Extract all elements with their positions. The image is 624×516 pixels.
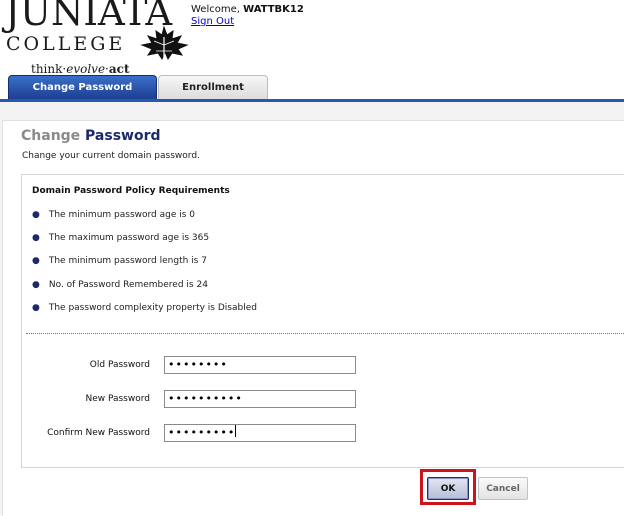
policy-item-text: The minimum password age is 0 bbox=[48, 210, 196, 220]
policy-item: ● The minimum password age is 0 bbox=[32, 210, 195, 220]
page-title: Change Password bbox=[21, 128, 161, 144]
new-password-input[interactable]: •••••••••• bbox=[164, 390, 356, 408]
policy-item: ● The password complexity property is Dis… bbox=[32, 303, 257, 313]
tagline-act: act bbox=[108, 62, 130, 76]
bullet-icon: ● bbox=[32, 233, 40, 243]
page-header: JUNIATA COLLEGE think·evolve·act Welcome… bbox=[0, 0, 624, 102]
old-password-label: Old Password bbox=[89, 360, 150, 370]
bullet-icon: ● bbox=[32, 210, 40, 220]
new-password-label: New Password bbox=[85, 394, 150, 404]
welcome-prefix: Welcome, bbox=[191, 4, 240, 15]
juniata-college-logo: JUNIATA COLLEGE think·evolve·act bbox=[3, 0, 193, 78]
old-password-input[interactable]: •••••••• bbox=[164, 356, 356, 374]
policy-item: ● The minimum password length is 7 bbox=[32, 256, 207, 266]
logo-tagline: think·evolve·act bbox=[31, 62, 130, 76]
welcome-message: Welcome, WATTBK12 bbox=[191, 4, 304, 15]
tab-change-password[interactable]: Change Password bbox=[8, 75, 157, 99]
sign-out-link[interactable]: Sign Out bbox=[191, 16, 234, 27]
policy-item-text: The password complexity property is Disa… bbox=[48, 303, 257, 313]
tab-enrollment[interactable]: Enrollment bbox=[158, 75, 268, 99]
tab-bar: Change Password Enrollment bbox=[0, 75, 624, 100]
page-title-part1: Change bbox=[21, 128, 81, 144]
maple-leaf-icon bbox=[140, 25, 189, 61]
policy-item: ● No. of Password Remembered is 24 bbox=[32, 280, 208, 290]
page-title-part2: Password bbox=[85, 128, 161, 144]
username: WATTBK12 bbox=[243, 4, 304, 15]
bullet-icon: ● bbox=[32, 303, 40, 313]
cancel-button[interactable]: Cancel bbox=[478, 477, 528, 500]
tagline-think: think bbox=[31, 62, 63, 76]
policy-item-text: The maximum password age is 365 bbox=[48, 233, 210, 243]
policy-item: ● The maximum password age is 365 bbox=[32, 233, 209, 243]
old-password-value: •••••••• bbox=[168, 358, 228, 371]
new-password-value: •••••••••• bbox=[168, 392, 243, 405]
ok-button[interactable]: OK bbox=[427, 477, 469, 500]
text-caret bbox=[235, 425, 237, 437]
confirm-password-value: ••••••••• bbox=[168, 426, 236, 439]
policy-heading: Domain Password Policy Requirements bbox=[32, 186, 230, 196]
section-divider bbox=[26, 333, 624, 334]
confirm-password-label: Confirm New Password bbox=[47, 428, 150, 438]
tagline-evolve: evolve bbox=[66, 62, 106, 76]
page-subtitle: Change your current domain password. bbox=[22, 151, 200, 161]
bullet-icon: ● bbox=[32, 280, 40, 290]
bullet-icon: ● bbox=[32, 256, 40, 266]
policy-item-text: The minimum password length is 7 bbox=[48, 256, 207, 266]
policy-item-text: No. of Password Remembered is 24 bbox=[48, 280, 208, 290]
confirm-password-input[interactable]: ••••••••• bbox=[164, 424, 356, 442]
logo-college-text: COLLEGE bbox=[6, 33, 126, 55]
